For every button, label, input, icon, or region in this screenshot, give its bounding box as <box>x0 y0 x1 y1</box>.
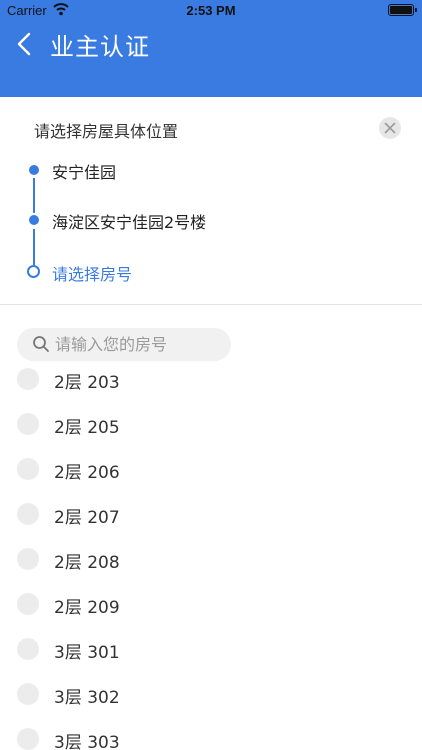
step-dot-current <box>27 265 40 278</box>
step-label: 海淀区安宁佳园2号楼 <box>52 213 207 232</box>
app-header: Carrier 2:53 PM 业主认证 <box>0 0 422 97</box>
radio-button[interactable] <box>17 728 39 750</box>
step-label: 请选择房号 <box>52 265 133 284</box>
chevron-left-icon <box>17 32 31 56</box>
room-option[interactable]: 2层 208 <box>0 536 422 581</box>
step-room[interactable]: 请选择房号 <box>0 259 422 285</box>
step-building[interactable]: 海淀区安宁佳园2号楼 <box>0 207 422 233</box>
room-label: 3层 301 <box>54 643 120 663</box>
room-label: 3层 302 <box>54 688 120 708</box>
room-label: 3层 303 <box>54 733 120 750</box>
step-label: 安宁佳园 <box>52 163 117 182</box>
radio-button[interactable] <box>17 458 39 480</box>
room-option[interactable]: 3层 302 <box>0 671 422 716</box>
room-option[interactable]: 2层 206 <box>0 446 422 491</box>
room-label: 2层 206 <box>54 463 120 483</box>
radio-button[interactable] <box>17 503 39 525</box>
location-panel: 请选择房屋具体位置 安宁佳园 海淀区安宁佳园2号楼 请选择房号 <box>0 97 422 305</box>
room-option[interactable]: 3层 301 <box>0 626 422 671</box>
room-search-box[interactable] <box>17 328 231 361</box>
step-community[interactable]: 安宁佳园 <box>0 157 422 183</box>
battery-icon <box>388 4 417 16</box>
room-option[interactable]: 2层 207 <box>0 491 422 536</box>
room-label: 2层 209 <box>54 598 120 618</box>
page-title: 业主认证 <box>50 33 150 61</box>
back-button[interactable] <box>12 30 40 58</box>
room-option[interactable]: 2层 209 <box>0 581 422 626</box>
radio-button[interactable] <box>17 593 39 615</box>
room-label: 2层 203 <box>54 373 120 393</box>
step-dot <box>29 215 39 225</box>
room-option[interactable]: 2层 205 <box>0 401 422 446</box>
status-bar: Carrier 2:53 PM <box>0 0 422 22</box>
radio-button[interactable] <box>17 683 39 705</box>
radio-button[interactable] <box>17 368 39 390</box>
close-button[interactable] <box>379 117 401 139</box>
room-option[interactable]: 3层 303 <box>0 716 422 750</box>
close-icon <box>384 122 396 134</box>
room-option[interactable]: 2层 203 <box>0 356 422 401</box>
room-label: 2层 208 <box>54 553 120 573</box>
radio-button[interactable] <box>17 548 39 570</box>
room-list[interactable]: 2层 203 2层 205 2层 206 2层 207 2层 208 2层 20… <box>0 356 422 750</box>
room-label: 2层 205 <box>54 418 120 438</box>
location-prompt: 请选择房屋具体位置 <box>34 122 179 141</box>
radio-button[interactable] <box>17 638 39 660</box>
step-dot <box>29 165 39 175</box>
search-icon <box>33 336 49 352</box>
status-time: 2:53 PM <box>186 3 236 18</box>
radio-button[interactable] <box>17 413 39 435</box>
room-label: 2层 207 <box>54 508 120 528</box>
search-input[interactable] <box>55 333 225 356</box>
